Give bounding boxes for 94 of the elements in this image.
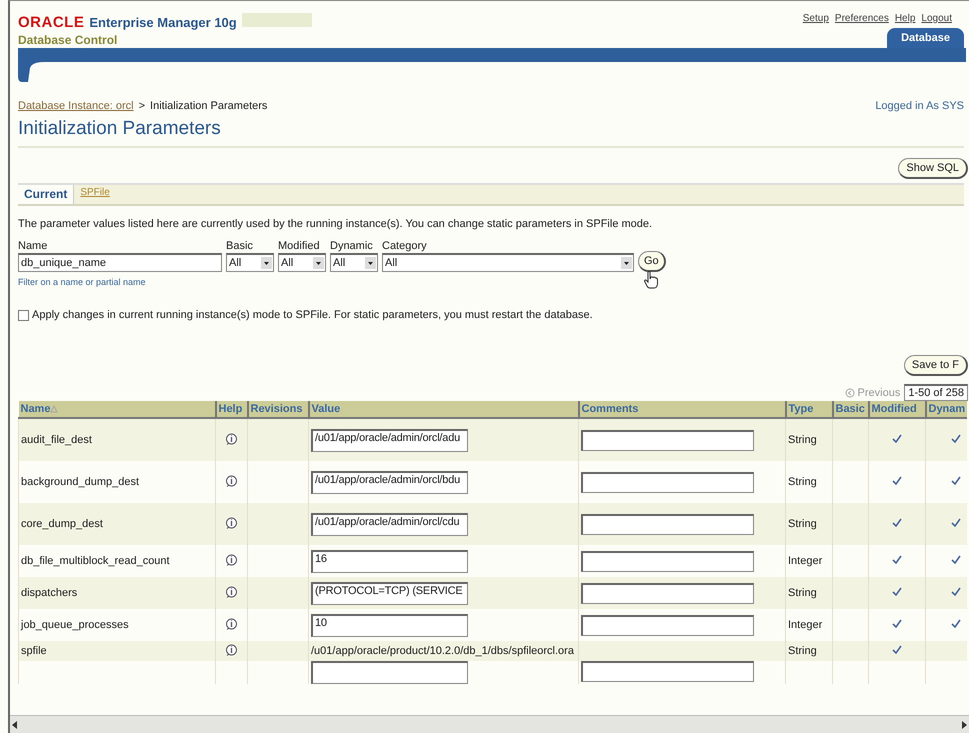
range-select[interactable]: 1-50 of 258 — [904, 384, 968, 401]
global-link[interactable]: Logout — [921, 13, 952, 24]
comment-field[interactable] — [581, 614, 754, 636]
field-label: Basic — [226, 240, 254, 252]
value-field[interactable]: /u01/app/oracle/admin/orcl/cdu — [311, 512, 468, 536]
select-field[interactable]: All — [278, 253, 326, 272]
check-icon — [950, 619, 961, 628]
help-icon[interactable] — [225, 616, 238, 630]
column-header: Modified — [868, 401, 926, 418]
field-label: Category — [382, 240, 428, 252]
column-header: Value — [308, 401, 578, 418]
table-cell: core_dump_dest — [18, 503, 216, 545]
scroll-right-icon[interactable] — [959, 720, 969, 730]
value-field[interactable]: 16 — [311, 550, 468, 572]
horizontal-scrollbar[interactable] — [10, 715, 969, 733]
column-header: Dynam — [926, 401, 967, 418]
table-cell: Integer — [786, 545, 832, 577]
check-icon — [892, 555, 902, 564]
check-icon — [950, 434, 961, 443]
table-cell: background_dump_dest — [18, 461, 216, 503]
check-icon — [950, 518, 961, 527]
login-status: Logged in As SYS — [875, 100, 964, 112]
table-cell: Integer — [786, 609, 832, 641]
check-icon — [950, 587, 961, 596]
global-link[interactable]: Setup — [802, 13, 829, 24]
breadcrumb-current: Initialization Parameters — [150, 100, 268, 112]
field-label: Modified — [278, 240, 321, 252]
product-subtitle: Database Control — [18, 33, 118, 47]
help-icon[interactable] — [225, 642, 238, 656]
check-icon — [892, 434, 902, 443]
sub-tab[interactable]: Current — [18, 185, 74, 204]
comment-field[interactable] — [581, 661, 754, 682]
table-cell: spfile — [18, 641, 216, 661]
table-cell: dispatchers — [18, 577, 216, 609]
comment-field[interactable] — [581, 514, 754, 534]
help-icon[interactable] — [225, 552, 238, 566]
help-icon[interactable] — [225, 432, 238, 446]
table-cell: String — [786, 503, 832, 545]
show-sql-button[interactable]: Show SQL — [898, 158, 968, 179]
help-icon[interactable] — [225, 584, 238, 598]
check-icon — [892, 518, 902, 527]
table-cell: String — [786, 641, 832, 661]
column-header: Revisions — [248, 401, 308, 418]
column-header: Basic — [832, 401, 868, 418]
value-field[interactable]: /u01/app/oracle/admin/orcl/bdu — [311, 470, 468, 494]
table-cell: String — [786, 577, 832, 609]
check-icon — [892, 645, 902, 654]
description-text: The parameter values listed here are currently used by the running instance(s). You can change static parameters in SPFile mode. — [18, 218, 654, 230]
value-field[interactable]: /u01/app/oracle/admin/orcl/adu — [311, 428, 468, 452]
check-icon — [892, 587, 902, 596]
check-icon — [892, 619, 902, 628]
table-cell: String — [786, 418, 832, 461]
product-name: Enterprise Manager 10g — [89, 15, 237, 30]
breadcrumb-separator: > — [138, 100, 146, 112]
hand-cursor-icon — [644, 271, 658, 289]
check-icon — [892, 476, 902, 485]
scroll-left-icon[interactable] — [10, 720, 20, 730]
name-field[interactable]: db_unique_name — [18, 253, 222, 272]
global-link[interactable]: Help — [894, 13, 916, 24]
hint-text: Filter on a name or partial name — [18, 277, 146, 287]
check-icon — [950, 555, 961, 564]
comment-field[interactable] — [581, 550, 754, 572]
comment-field[interactable] — [581, 430, 754, 450]
help-icon[interactable] — [225, 516, 238, 530]
comment-field[interactable] — [581, 472, 754, 492]
column-header: Help — [216, 401, 248, 418]
value-field[interactable]: (PROTOCOL=TCP) (SERVICE — [311, 582, 468, 604]
value-field[interactable]: 10 — [311, 614, 468, 636]
checkbox[interactable] — [18, 310, 29, 320]
help-icon[interactable] — [225, 474, 238, 488]
go-button[interactable]: Go — [638, 251, 666, 272]
table-cell: job_queue_processes — [18, 609, 216, 641]
table-cell: audit_file_dest — [18, 418, 216, 461]
table-cell: String — [786, 461, 832, 503]
table-cell: /u01/app/oracle/product/10.2.0/db_1/dbs/spfileorcl.ora — [311, 645, 574, 657]
database-tab[interactable]: Database — [887, 28, 964, 48]
breadcrumb-link[interactable]: Database Instance: orcl — [18, 100, 134, 112]
column-header: Comments — [578, 401, 786, 418]
oracle-logo: ORACLE — [18, 14, 84, 31]
field-label: Dynamic — [330, 240, 374, 252]
global-link[interactable]: Preferences — [834, 13, 889, 24]
save-button[interactable]: Save to F — [904, 355, 968, 376]
blurred-label — [242, 13, 312, 27]
check-icon — [950, 476, 961, 485]
table-cell: db_file_multiblock_read_count — [18, 545, 216, 577]
select-field[interactable]: All — [330, 253, 378, 272]
select-field[interactable]: All — [382, 253, 634, 272]
select-field[interactable]: All — [226, 253, 274, 272]
checkbox-label: Apply changes in current running instance(s) mode to SPFile. For static parameters, you must restart the database. — [32, 309, 593, 321]
field-label: Name — [18, 240, 48, 252]
column-header: Type — [786, 401, 832, 418]
value-field[interactable] — [311, 661, 468, 684]
comment-field[interactable] — [581, 582, 754, 604]
page-title: Initialization Parameters — [18, 118, 964, 148]
